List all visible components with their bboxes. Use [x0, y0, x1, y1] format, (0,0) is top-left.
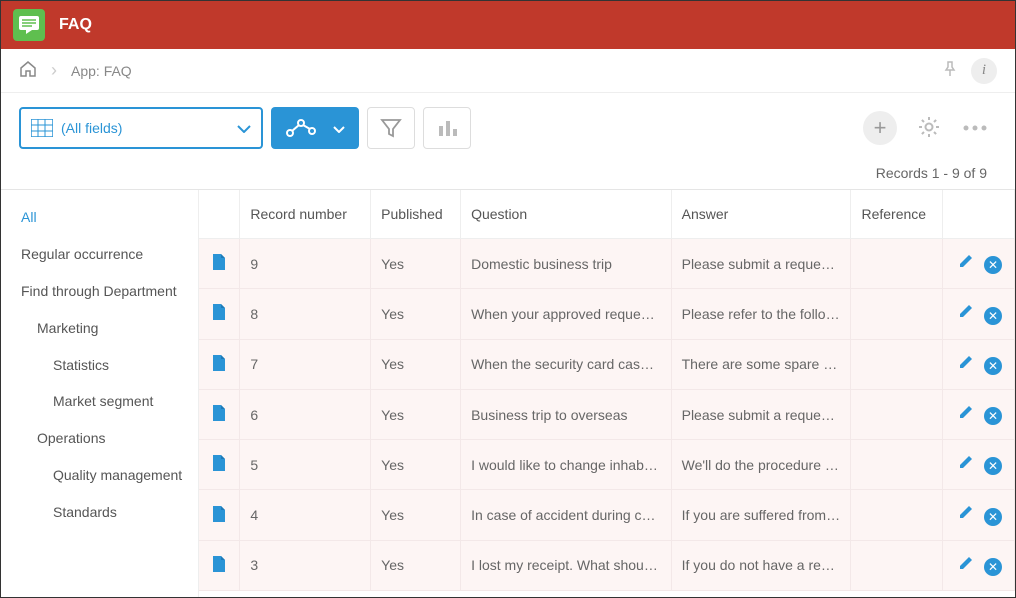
cell-record-number: 5	[240, 440, 371, 490]
table-row[interactable]: 6YesBusiness trip to overseasPlease subm…	[199, 389, 1015, 439]
cell-record-number: 9	[240, 239, 371, 289]
page-title: FAQ	[59, 16, 92, 34]
sidebar-item[interactable]: Marketing	[21, 319, 198, 338]
cell-answer: Please submit a reques…	[671, 239, 851, 289]
home-icon[interactable]	[19, 61, 37, 80]
cell-record-number: 8	[240, 289, 371, 339]
table-row[interactable]: 3YesI lost my receipt. What shou…If you …	[199, 540, 1015, 590]
delete-icon[interactable]: ✕	[984, 457, 1002, 475]
table-row[interactable]: 9YesDomestic business tripPlease submit …	[199, 239, 1015, 289]
delete-icon[interactable]: ✕	[984, 558, 1002, 576]
edit-icon[interactable]	[958, 306, 974, 322]
record-count: Records 1 - 9 of 9	[1, 155, 1015, 189]
sidebar: All Regular occurrence Find through Depart…	[1, 190, 199, 597]
document-icon[interactable]	[211, 258, 227, 274]
chevron-down-icon	[333, 120, 345, 136]
delete-icon[interactable]: ✕	[984, 508, 1002, 526]
sidebar-item[interactable]: Standards	[21, 503, 198, 522]
delete-icon[interactable]: ✕	[984, 307, 1002, 325]
sidebar-item[interactable]: Quality management	[21, 466, 198, 485]
cell-reference	[851, 289, 943, 339]
edit-icon[interactable]	[958, 457, 974, 473]
sidebar-item[interactable]: Market segment	[21, 392, 198, 411]
cell-published: Yes	[371, 239, 461, 289]
cell-question: When the security card cas…	[461, 339, 672, 389]
cell-question: Domestic business trip	[461, 239, 672, 289]
chevron-right-icon: ›	[51, 60, 57, 81]
cell-answer: Please refer to the follo…	[671, 289, 851, 339]
chart-button[interactable]	[423, 107, 471, 149]
column-header-actions	[943, 190, 1015, 239]
column-header-doc[interactable]	[199, 190, 240, 239]
cell-record-number: 6	[240, 389, 371, 439]
sidebar-item[interactable]: Statistics	[21, 356, 198, 375]
column-header-record-number[interactable]: Record number	[240, 190, 371, 239]
column-header-reference[interactable]: Reference	[851, 190, 943, 239]
cell-published: Yes	[371, 440, 461, 490]
cell-question: In case of accident during c…	[461, 490, 672, 540]
more-icon[interactable]	[961, 120, 989, 136]
cell-answer: If you do not have a re…	[671, 540, 851, 590]
app-icon	[13, 9, 45, 41]
column-header-question[interactable]: Question	[461, 190, 672, 239]
sidebar-item[interactable]: Regular occurrence	[21, 245, 198, 264]
cell-question: I lost my receipt. What shou…	[461, 540, 672, 590]
document-icon[interactable]	[211, 560, 227, 576]
edit-icon[interactable]	[958, 357, 974, 373]
sidebar-item[interactable]: Operations	[21, 429, 198, 448]
cell-question: Business trip to overseas	[461, 389, 672, 439]
gear-icon[interactable]	[917, 115, 941, 142]
delete-icon[interactable]: ✕	[984, 256, 1002, 274]
cell-published: Yes	[371, 540, 461, 590]
cell-reference	[851, 440, 943, 490]
cell-record-number: 3	[240, 540, 371, 590]
delete-icon[interactable]: ✕	[984, 407, 1002, 425]
chevron-down-icon	[237, 120, 251, 136]
table-row[interactable]: 4YesIn case of accident during c…If you …	[199, 490, 1015, 540]
document-icon[interactable]	[211, 359, 227, 375]
cell-answer: We'll do the procedure …	[671, 440, 851, 490]
edit-icon[interactable]	[958, 558, 974, 574]
document-icon[interactable]	[211, 510, 227, 526]
table-row[interactable]: 5YesI would like to change inhab…We'll d…	[199, 440, 1015, 490]
grid-icon	[31, 119, 53, 137]
cell-answer: Please submit a reques…	[671, 389, 851, 439]
sidebar-item[interactable]: Find through Department	[21, 282, 198, 301]
edit-icon[interactable]	[958, 507, 974, 523]
table-row[interactable]: 7YesWhen the security card cas…There are…	[199, 339, 1015, 389]
cell-reference	[851, 239, 943, 289]
view-label: (All fields)	[61, 120, 237, 136]
add-button[interactable]: +	[863, 111, 897, 145]
sidebar-item[interactable]: All	[21, 208, 198, 227]
column-header-answer[interactable]: Answer	[671, 190, 851, 239]
info-icon[interactable]: i	[971, 58, 997, 84]
table-row[interactable]: 8YesWhen your approved reque…Please refe…	[199, 289, 1015, 339]
filter-button[interactable]	[367, 107, 415, 149]
edit-icon[interactable]	[958, 407, 974, 423]
cell-reference	[851, 339, 943, 389]
cell-published: Yes	[371, 339, 461, 389]
cell-answer: If you are suffered from…	[671, 490, 851, 540]
document-icon[interactable]	[211, 409, 227, 425]
breadcrumb[interactable]: App: FAQ	[71, 63, 132, 79]
cell-answer: There are some spare …	[671, 339, 851, 389]
cell-published: Yes	[371, 389, 461, 439]
delete-icon[interactable]: ✕	[984, 357, 1002, 375]
graph-mode-button[interactable]	[271, 107, 359, 149]
cell-reference	[851, 389, 943, 439]
cell-reference	[851, 540, 943, 590]
cell-question: I would like to change inhab…	[461, 440, 672, 490]
document-icon[interactable]	[211, 459, 227, 475]
cell-question: When your approved reque…	[461, 289, 672, 339]
cell-reference	[851, 490, 943, 540]
cell-record-number: 7	[240, 339, 371, 389]
cell-record-number: 4	[240, 490, 371, 540]
cell-published: Yes	[371, 289, 461, 339]
view-select[interactable]: (All fields)	[19, 107, 263, 149]
document-icon[interactable]	[211, 308, 227, 324]
cell-published: Yes	[371, 490, 461, 540]
edit-icon[interactable]	[958, 256, 974, 272]
column-header-published[interactable]: Published	[371, 190, 461, 239]
pin-icon[interactable]	[943, 61, 957, 80]
